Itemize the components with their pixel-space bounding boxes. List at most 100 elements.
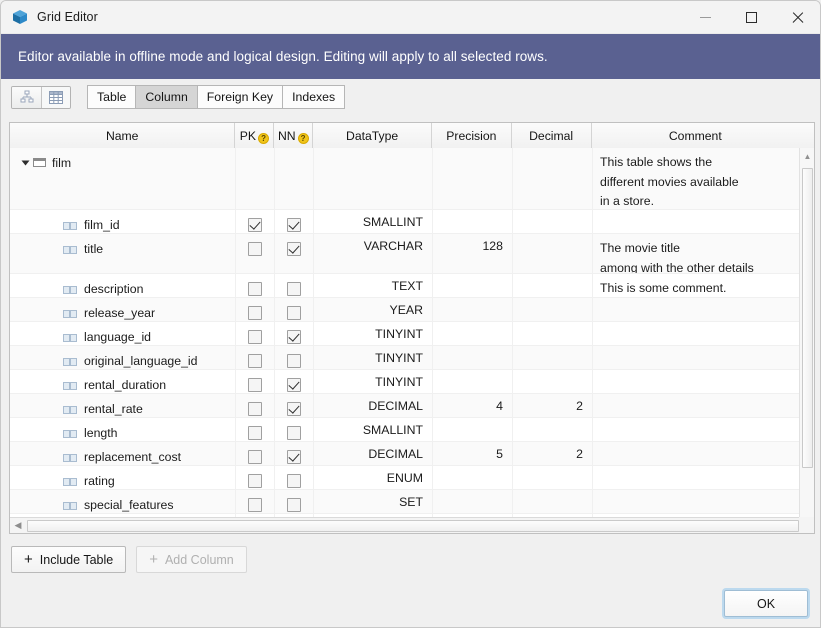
cell-pk[interactable] — [236, 490, 275, 513]
cell-decimal[interactable] — [513, 418, 593, 441]
column-header-precision[interactable]: Precision — [431, 123, 512, 148]
nn-checkbox[interactable] — [287, 330, 301, 344]
pk-checkbox[interactable] — [248, 218, 262, 232]
cell-name[interactable]: special_features — [10, 490, 236, 513]
pk-checkbox[interactable] — [248, 474, 262, 488]
column-header-nn[interactable]: NN? — [274, 123, 314, 148]
cell-decimal[interactable] — [513, 322, 593, 345]
cell-decimal[interactable]: 2 — [513, 442, 593, 465]
tab-indexes[interactable]: Indexes — [283, 85, 346, 109]
tab-table[interactable]: Table — [87, 85, 137, 109]
cell-nn[interactable] — [275, 210, 314, 233]
cell-comment[interactable] — [593, 418, 801, 441]
table-row[interactable]: language_id TINYINT — [10, 322, 801, 346]
grid-view-button[interactable] — [41, 86, 70, 108]
add-column-button[interactable]: + Add Column — [136, 546, 247, 573]
cell-decimal[interactable] — [513, 466, 593, 489]
cell-pk[interactable] — [236, 442, 275, 465]
cell-precision[interactable] — [433, 274, 513, 297]
vertical-scroll-thumb[interactable] — [802, 168, 813, 468]
cell-comment[interactable] — [593, 210, 801, 233]
tab-foreign-key[interactable]: Foreign Key — [197, 85, 284, 109]
column-header-datatype[interactable]: DataType — [313, 123, 432, 148]
cell-datatype[interactable]: DECIMAL — [314, 394, 433, 417]
cell-comment[interactable] — [593, 466, 801, 489]
cell-pk[interactable] — [236, 274, 275, 297]
cell-name[interactable]: length — [10, 418, 236, 441]
cell-name[interactable]: film — [10, 148, 236, 209]
cell-precision[interactable] — [433, 210, 513, 233]
cell-comment[interactable] — [593, 490, 801, 513]
table-row[interactable]: film_id SMALLINT — [10, 210, 801, 234]
cell-precision[interactable] — [433, 322, 513, 345]
cell-datatype[interactable]: TINYINT — [314, 322, 433, 345]
scroll-up-icon[interactable]: ▲ — [800, 148, 814, 164]
column-header-decimal[interactable]: Decimal — [511, 123, 592, 148]
table-row[interactable]: rental_duration TINYINT — [10, 370, 801, 394]
cell-pk[interactable] — [236, 322, 275, 345]
table-row[interactable]: title VARCHAR 128 The movie title among with… — [10, 234, 801, 274]
cell-name[interactable]: release_year — [10, 298, 236, 321]
cell-name[interactable]: rental_rate — [10, 394, 236, 417]
cell-name[interactable]: description — [10, 274, 236, 297]
table-row[interactable]: rating ENUM — [10, 466, 801, 490]
cell-precision[interactable]: 5 — [433, 442, 513, 465]
cell-precision[interactable] — [433, 466, 513, 489]
nn-checkbox[interactable] — [287, 426, 301, 440]
table-row[interactable]: replacement_cost DECIMAL 5 2 — [10, 442, 801, 466]
cell-name[interactable]: rating — [10, 466, 236, 489]
pk-checkbox[interactable] — [248, 330, 262, 344]
cell-nn[interactable] — [275, 234, 314, 273]
ok-button[interactable]: OK — [724, 590, 808, 617]
cell-nn[interactable] — [275, 394, 314, 417]
nn-help-icon[interactable]: ? — [297, 133, 309, 144]
cell-nn[interactable] — [275, 418, 314, 441]
cell-datatype[interactable]: SMALLINT — [314, 210, 433, 233]
cell-comment[interactable]: The movie title among with the other deta… — [593, 234, 801, 273]
cell-name[interactable]: original_language_id — [10, 346, 236, 369]
cell-nn[interactable] — [275, 490, 314, 513]
cell-precision[interactable] — [433, 298, 513, 321]
cell-name[interactable]: rental_duration — [10, 370, 236, 393]
grid-horizontal-scrollbar[interactable]: ◀ ▶ — [10, 517, 814, 533]
cell-decimal[interactable] — [513, 490, 593, 513]
cell-datatype[interactable]: YEAR — [314, 298, 433, 321]
cell-decimal[interactable] — [513, 370, 593, 393]
cell-datatype[interactable]: ENUM — [314, 466, 433, 489]
nn-checkbox[interactable] — [287, 282, 301, 296]
nn-checkbox[interactable] — [287, 242, 301, 256]
cell-precision[interactable]: 128 — [433, 234, 513, 273]
nn-checkbox[interactable] — [287, 378, 301, 392]
table-row[interactable]: release_year YEAR — [10, 298, 801, 322]
nn-checkbox[interactable] — [287, 450, 301, 464]
nn-checkbox[interactable] — [287, 306, 301, 320]
nn-checkbox[interactable] — [287, 218, 301, 232]
cell-pk[interactable] — [236, 298, 275, 321]
cell-datatype[interactable]: SET — [314, 490, 433, 513]
column-header-comment[interactable]: Comment — [591, 123, 800, 148]
scroll-left-icon[interactable]: ◀ — [10, 520, 26, 531]
table-row[interactable]: original_language_id TINYINT — [10, 346, 801, 370]
cell-precision[interactable] — [433, 148, 513, 209]
pk-checkbox[interactable] — [248, 378, 262, 392]
cell-datatype[interactable]: SMALLINT — [314, 418, 433, 441]
cell-decimal[interactable] — [513, 298, 593, 321]
tab-column[interactable]: Column — [136, 85, 198, 109]
cell-comment[interactable]: This is some comment. — [593, 274, 801, 297]
cell-name[interactable]: film_id — [10, 210, 236, 233]
column-header-pk[interactable]: PK? — [235, 123, 275, 148]
cell-datatype[interactable]: VARCHAR — [314, 234, 433, 273]
cell-nn[interactable] — [275, 298, 314, 321]
cell-name[interactable]: language_id — [10, 322, 236, 345]
cell-pk[interactable] — [236, 394, 275, 417]
pk-checkbox[interactable] — [248, 242, 262, 256]
cell-precision[interactable]: 4 — [433, 394, 513, 417]
pk-checkbox[interactable] — [248, 426, 262, 440]
column-header-name[interactable]: Name — [10, 123, 236, 148]
pk-checkbox[interactable] — [248, 306, 262, 320]
cell-precision[interactable] — [433, 370, 513, 393]
nn-checkbox[interactable] — [287, 474, 301, 488]
pk-checkbox[interactable] — [248, 282, 262, 296]
cell-nn[interactable] — [275, 274, 314, 297]
cell-nn[interactable] — [275, 346, 314, 369]
